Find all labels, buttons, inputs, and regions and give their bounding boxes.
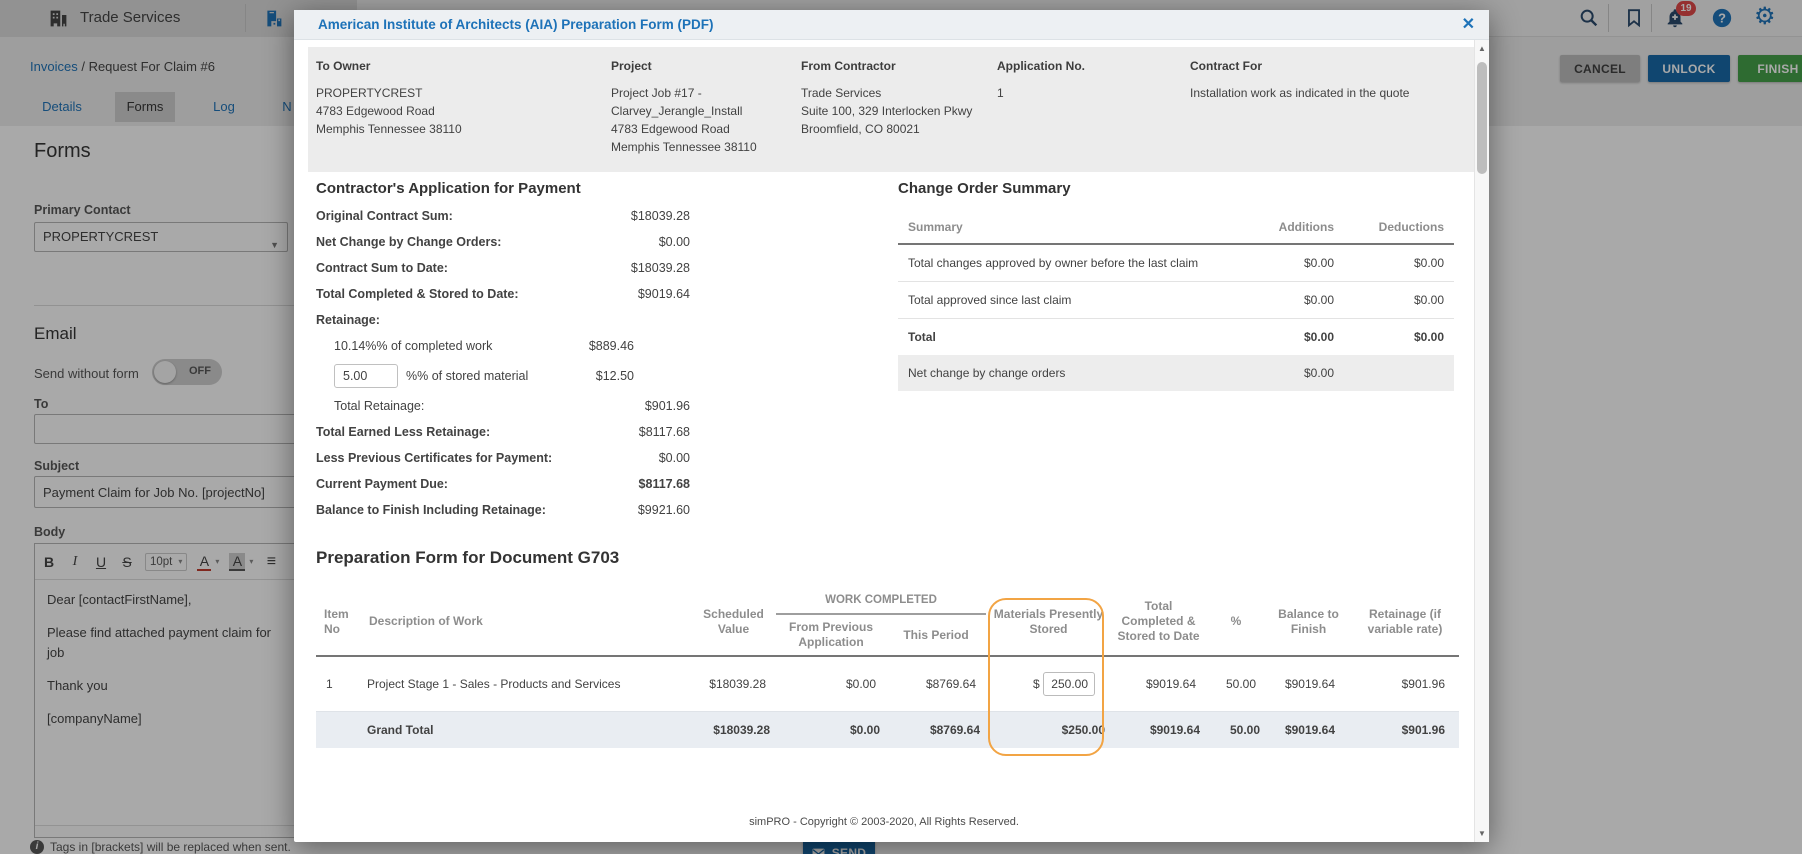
g703-data-row: 1 Project Stage 1 - Sales - Products and… [316,656,1459,712]
modal-header: American Institute of Architects (AIA) P… [294,10,1489,40]
retainage-heading-row: Retainage: [316,313,380,327]
scrollbar-thumb[interactable] [1477,62,1487,174]
table-row: Total approved since last claim $0.00 $0.0… [898,281,1454,319]
application-for-payment-section: Contractor's Application for Payment Ori… [316,180,690,528]
work-completed-group-header: WORK COMPLETED [776,588,986,615]
pay-row: Total Earned Less Retainage: $8117.68 [316,425,690,439]
pay-row: Original Contract Sum: $18039.28 [316,209,690,223]
aia-preparation-form-modal: American Institute of Architects (AIA) P… [294,10,1489,842]
table-row-total: Total $0.00 $0.00 [908,330,1444,344]
pay-row: Total Completed & Stored to Date: $9019.6… [316,287,690,301]
form-info-panel: To Owner PROPERTYCREST 4783 Edgewood Roa… [308,47,1474,172]
pay-row: Net Change by Change Orders: $0.00 [316,235,690,249]
g703-grand-total-row: Grand Total $18039.28 $0.00 $8769.64 $25… [316,711,1459,748]
total-retainage-row: Total Retainage: $901.96 [334,399,690,413]
pay-row: Less Previous Certificates for Payment: $… [316,451,690,465]
materials-presently-stored-input[interactable] [1043,672,1095,696]
change-order-summary-section: Change Order Summary Summary Additions D… [898,180,1454,391]
screen: Trade Services 19 ? ⚙ Invoices / Request… [0,0,1802,854]
close-icon[interactable]: ✕ [1462,14,1475,34]
table-row-net-change: Net change by change orders $0.00 [898,355,1454,391]
info-to-owner: To Owner PROPERTYCREST 4783 Edgewood Roa… [316,59,462,136]
scroll-up-icon[interactable]: ▲ [1475,44,1489,53]
retainage-completed-row: 10.14%% of completed work $889.46 [334,339,634,353]
info-contract-for: Contract For Installation work as indica… [1190,59,1410,100]
table-row: Total changes approved by owner before t… [898,244,1454,282]
change-order-header-row: Summary Additions Deductions [898,211,1454,245]
stored-material-percent-input[interactable] [334,364,398,388]
modal-title: American Institute of Architects (AIA) P… [318,17,714,32]
info-application-no: Application No. 1 [997,59,1085,100]
modal-footer-copyright: simPRO - Copyright © 2003-2020, All Righ… [749,816,1019,828]
info-from-contractor: From Contractor Trade Services Suite 100… [801,59,973,136]
change-order-table: Summary Additions Deductions Total chang… [898,211,1454,391]
application-heading: Contractor's Application for Payment [316,180,581,197]
scroll-down-icon[interactable]: ▼ [1475,829,1489,838]
materials-cell: $ [986,656,1111,712]
pay-row: Balance to Finish Including Retainage: $9… [316,503,690,517]
current-payment-due-row: Current Payment Due: $8117.68 [316,477,690,491]
g703-heading: Preparation Form for Document G703 [316,548,620,567]
change-order-heading: Change Order Summary [898,180,1071,197]
g703-header-row-1: Item No Description of Work Scheduled Va… [316,588,1459,657]
modal-scrollbar[interactable]: ▲ ▼ [1474,40,1489,842]
pay-row: Contract Sum to Date: $18039.28 [316,261,690,275]
retainage-stored-row: %% of stored material $12.50 [334,364,690,388]
g703-table: Item No Description of Work Scheduled Va… [316,588,1459,748]
info-project: Project Project Job #17 - Clarvey_Jerang… [611,59,757,154]
